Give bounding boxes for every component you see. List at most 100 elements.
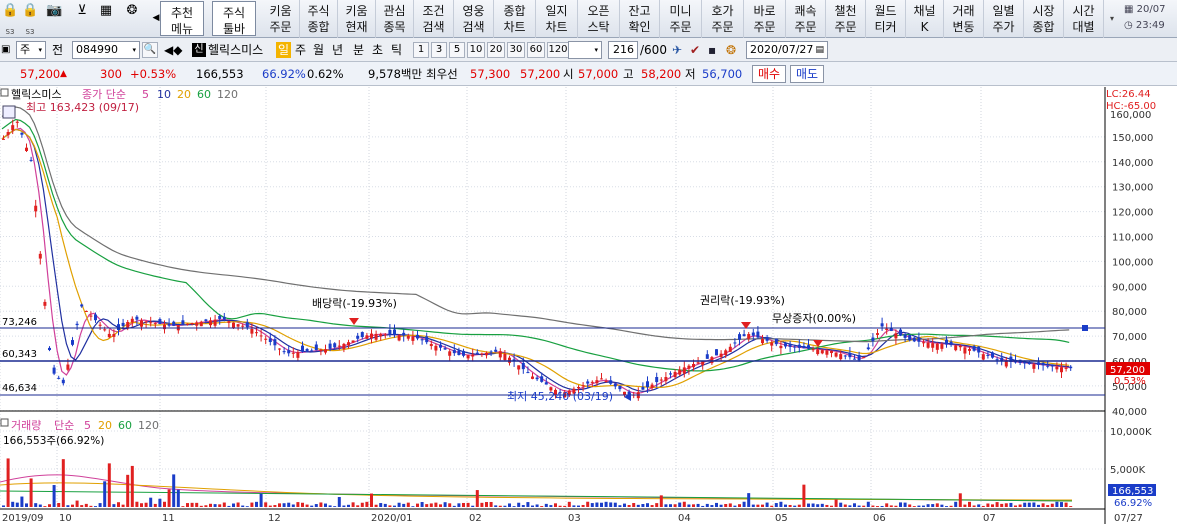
candle — [94, 314, 97, 321]
volume-bar — [75, 500, 79, 507]
toolbar-button[interactable]: 관심 종목 — [376, 0, 414, 38]
market-select[interactable]: 주 ▾ — [16, 41, 46, 59]
candle — [793, 346, 797, 348]
volume-bar — [1060, 502, 1063, 507]
toolbar-button[interactable]: 영웅 검색 — [454, 0, 494, 38]
toolbar-button[interactable]: 바로 주문 — [744, 0, 786, 38]
sell-button[interactable]: 매도 — [790, 65, 825, 83]
toolbar-button[interactable]: 채널 K — [906, 0, 944, 38]
minute-option[interactable]: 60 — [527, 42, 545, 58]
volume-bar — [1069, 506, 1073, 507]
minute-option[interactable]: 30 — [507, 42, 525, 58]
candle — [1069, 366, 1073, 369]
candle — [153, 323, 157, 325]
toolbar-button[interactable]: 오픈 스탁 — [578, 0, 620, 38]
candle — [871, 337, 875, 342]
main-toolbar: 🔒 🔒 📷 ⊻ ▦ ❂ S3 S3 ◀ 추천 메뉴 주식 툴바 키움 주문 주식… — [0, 0, 1177, 38]
tools-icon[interactable]: ✈ — [672, 42, 682, 58]
volume-bar — [259, 493, 263, 507]
line-handle[interactable] — [1082, 325, 1088, 331]
minute-option[interactable]: 1 — [413, 42, 429, 58]
minute-option[interactable]: 10 — [467, 42, 485, 58]
toolbar-button[interactable]: 일별 주가 — [984, 0, 1024, 38]
toolbar-button[interactable]: 키움 현재 — [338, 0, 376, 38]
volume-bar — [103, 481, 107, 507]
hline-label: 60,343 — [2, 349, 37, 360]
count-input[interactable]: 216 — [608, 41, 638, 59]
toolbar-button[interactable]: 키움 주문 — [262, 0, 300, 38]
toolbar-button[interactable]: 월드 티커 — [866, 0, 906, 38]
toolbar-button[interactable]: 시장 종합 — [1024, 0, 1064, 38]
settings-icon[interactable]: ❂ — [124, 3, 140, 19]
candle — [268, 338, 272, 343]
volume-bar — [204, 505, 208, 507]
volume-bar — [738, 504, 741, 507]
y-tick: 40,000 — [1112, 407, 1147, 418]
toolbar-button[interactable]: 미니 주문 — [660, 0, 702, 38]
tab-day[interactable]: 일 — [276, 42, 292, 58]
settings-icon[interactable]: ❂ — [726, 42, 736, 58]
candle — [931, 343, 935, 348]
toolbar-button[interactable]: 거래 변동 — [944, 0, 984, 38]
candle — [462, 350, 465, 356]
chart-tool-icon[interactable]: ✔ — [690, 42, 700, 58]
minute-option[interactable]: 20 — [487, 42, 505, 58]
toolbar-button[interactable]: 시간 대별 — [1064, 0, 1104, 38]
calendar-icon[interactable] — [2, 105, 16, 119]
tab-minute[interactable]: 분 — [353, 42, 364, 58]
pct-tag: 0.53% — [1114, 376, 1146, 387]
candle — [774, 338, 778, 345]
tab-tick[interactable]: 틱 — [391, 42, 402, 58]
toolbar-more-icon[interactable]: ▾ — [1106, 0, 1118, 38]
bonus-issue-event: 무상증자(0.00%) — [772, 312, 856, 325]
lock-icon[interactable]: 🔒 — [22, 3, 38, 19]
interval-input[interactable]: ▾ — [568, 41, 602, 59]
candle — [770, 342, 774, 346]
toolbar-button[interactable]: 챌천 주문 — [826, 0, 866, 38]
candle — [25, 147, 28, 151]
toolbar-button[interactable]: 일지 차트 — [536, 0, 578, 38]
save-icon[interactable]: ▪ — [708, 42, 716, 58]
volume-bar — [880, 505, 884, 507]
speaker-icon[interactable]: ◀◆ — [164, 42, 182, 58]
ma-legend-120: 120 — [217, 88, 238, 101]
lock-icon[interactable]: 🔒 — [2, 3, 18, 19]
candle — [20, 132, 24, 135]
candle — [958, 345, 962, 348]
minute-option[interactable]: 120 — [547, 42, 569, 58]
candle — [655, 377, 659, 383]
dropdown-icon[interactable]: ⊻ — [74, 3, 90, 19]
volume-bar — [1014, 505, 1017, 507]
toolbar-button[interactable]: 호가 주문 — [702, 0, 744, 38]
tab-year[interactable]: 년 — [332, 42, 343, 58]
minute-option[interactable]: 5 — [449, 42, 465, 58]
stock-chart[interactable]: 73,246 60,343 46,634 헬릭스미스 종가 단순 5 10 20… — [0, 87, 1177, 524]
tab-second[interactable]: 초 — [372, 42, 383, 58]
toolbar-button[interactable]: 조건 검색 — [414, 0, 454, 38]
volume-note: 166,553주(66.92%) — [3, 435, 104, 447]
toolbar-button[interactable]: 주식 종합 — [300, 0, 338, 38]
volume-bar — [632, 503, 636, 507]
search-icon[interactable]: 🔍 — [142, 42, 158, 58]
recommend-menu-button[interactable]: 추천 메뉴 — [160, 1, 204, 36]
candle — [273, 339, 277, 346]
y-tick: 120,000 — [1112, 208, 1153, 219]
candle — [540, 376, 544, 382]
candle — [402, 332, 406, 336]
volume-bar — [232, 503, 235, 507]
toolbar-button[interactable]: 쾌속 주문 — [786, 0, 826, 38]
toolbar-button[interactable]: 종합 차트 — [494, 0, 536, 38]
ma-legend-5: 5 — [142, 88, 149, 101]
layout-icon[interactable]: ▦ — [98, 3, 114, 19]
pin-icon[interactable]: ▣ — [1, 42, 10, 58]
buy-button[interactable]: 매수 — [752, 65, 787, 83]
toolbar-button[interactable]: 잔고 확인 — [620, 0, 660, 38]
stock-toolbar-button[interactable]: 주식 툴바 — [212, 1, 256, 36]
y-tick: 5,000K — [1110, 465, 1146, 476]
tab-month[interactable]: 월 — [313, 42, 324, 58]
camera-icon[interactable]: 📷 — [46, 3, 62, 19]
date-input[interactable]: 2020/07/27 ▤ — [746, 41, 828, 59]
tab-week[interactable]: 주 — [295, 42, 306, 58]
minute-option[interactable]: 3 — [431, 42, 447, 58]
stock-code-input[interactable]: 084990 ▾ — [72, 41, 140, 59]
